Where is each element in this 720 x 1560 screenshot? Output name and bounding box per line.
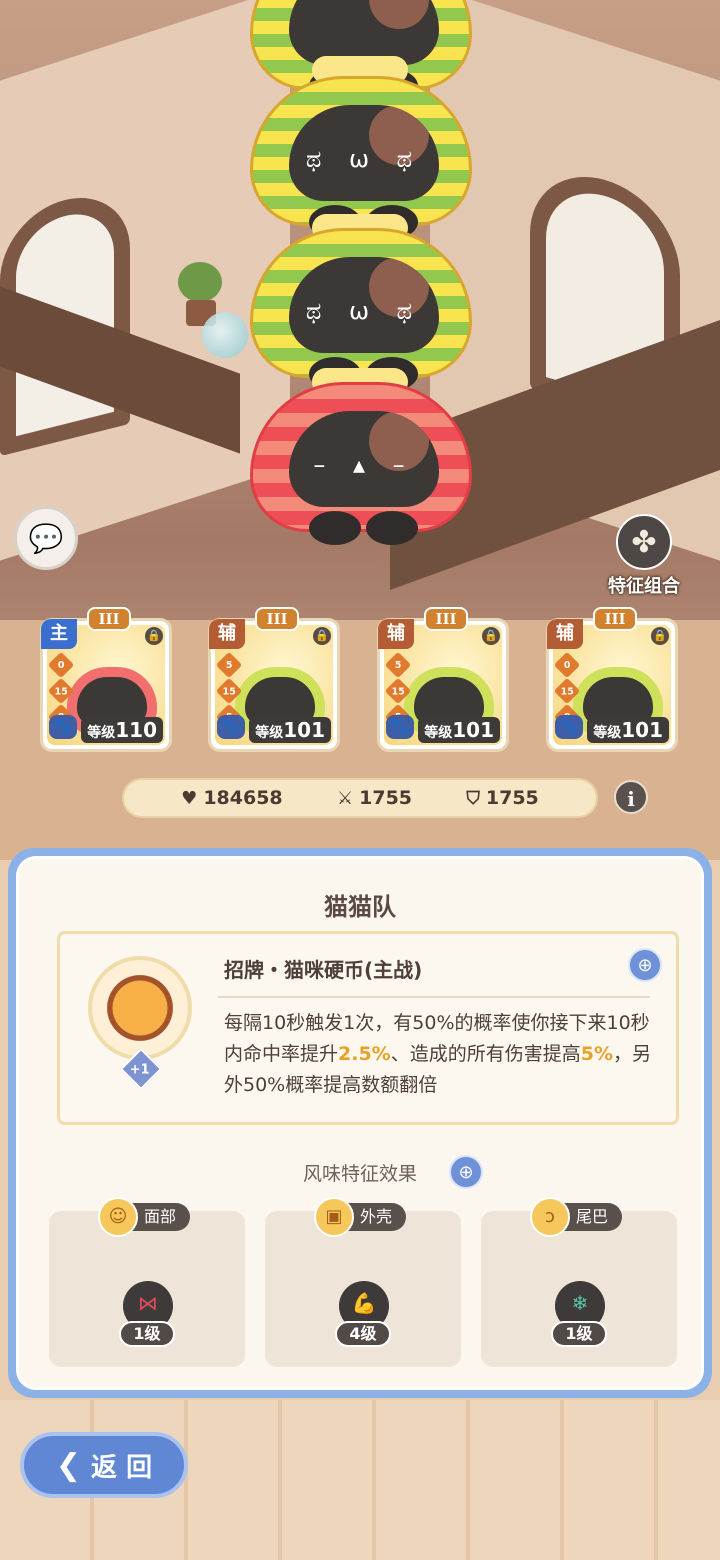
plant-icon [178,262,222,302]
cat-face: ಥ ω ಥ [289,105,439,201]
level-badge: 等级101 [249,717,331,743]
rank-badge: III [424,607,468,631]
crossed-swords-icon: ⚔ [337,787,354,809]
trait-slot-shell[interactable]: ▣ 外壳 💪 4级 [265,1197,461,1367]
team-panel: 猫猫队 +1 招牌・猫咪硬币(主战) ⊕ 每隔10秒触发1次，有50%的概率使你… [8,848,712,1398]
divider [218,996,650,998]
heart-icon: ♥ [181,787,198,809]
stat-chip: 5 [384,651,412,679]
skill-zoom-button[interactable]: ⊕ [628,948,662,982]
cat-face: – ▴ – [289,411,439,507]
lock-icon[interactable]: 🔒 [651,627,669,645]
hp-value: 184658 [203,787,283,809]
cat-card-2[interactable]: 辅 III 🔒 5 15 5 🐾 等级101 [208,607,340,752]
cat-coin-skill-icon[interactable] [88,956,192,1060]
flavor-zoom-button[interactable]: ⊕ [449,1155,483,1189]
lock-icon[interactable]: 🔒 [313,627,331,645]
attack-value: 1755 [359,787,413,809]
trait-combo-button[interactable]: ✤ 特征组合 [596,514,692,597]
paw-icon: 🐾 [555,715,583,739]
level-badge: 等级101 [418,717,500,743]
rank-badge: III [593,607,637,631]
role-badge: 辅 [378,619,414,649]
slot-tag: ▣ 外壳 [313,1197,407,1237]
shield-icon: ⛉ [466,787,480,809]
slot-level: 1级 [119,1321,175,1347]
magnifier-icon: ⊕ [458,1162,474,1183]
lock-icon[interactable]: 🔒 [482,627,500,645]
skill-box: +1 招牌・猫咪硬币(主战) ⊕ 每隔10秒触发1次，有50%的概率使你接下来1… [57,931,679,1125]
tail-icon: ↄ [529,1197,570,1237]
stat-chip: 5 [215,651,243,679]
cat-face-icon: ☺ [97,1197,138,1237]
stat-chip: 15 [553,677,581,705]
cat-card-3[interactable]: 辅 III 🔒 5 15 5 🐾 等级101 [377,607,509,752]
cat-stack-3: ಥ ω ಥ [250,228,472,391]
level-badge: 等级110 [81,717,163,743]
stat-chip: 0 [47,651,75,679]
lock-icon[interactable]: 🔒 [145,627,163,645]
trait-slot-tail[interactable]: ↄ 尾巴 ❄ 1级 [481,1197,677,1367]
back-label: 返 回 [91,1452,153,1483]
defense-value: 1755 [485,787,539,809]
clover-icon: ✤ [616,514,672,570]
role-badge: 辅 [209,619,245,649]
role-badge: 辅 [547,619,583,649]
back-button[interactable]: ❮ 返 回 [20,1432,188,1498]
stat-chip: 15 [384,677,412,705]
rank-badge: III [255,607,299,631]
cat-face: ಥ ω ಥ [289,257,439,353]
magnifier-icon: ⊕ [637,955,653,976]
stat-chip: 15 [47,677,75,705]
panel-title: 猫猫队 [324,893,396,921]
back-arrow-icon: ❮ [55,1447,82,1483]
chat-button[interactable]: 💬 [14,506,78,570]
trait-slot-face[interactable]: ☺ 面部 ⋈ 1级 [49,1197,245,1367]
paw-icon: 🐾 [217,715,245,739]
shell-icon: ▣ [313,1197,354,1237]
stat-chip: 0 [553,651,581,679]
cat-card-1[interactable]: 主 III 🔒 0 15 0 🐾 等级110 [40,607,172,752]
chat-bubble-icon: 💬 [28,521,64,555]
slot-tag: ↄ 尾巴 [529,1197,623,1237]
level-badge: 等级101 [587,717,669,743]
paw-icon: 🐾 [49,715,77,739]
skill-name: 招牌・猫咪硬币(主战) [224,958,423,982]
bubble-orb [202,312,248,358]
trait-combo-label: 特征组合 [608,576,680,597]
cat-stack-2: ಥ ω ಥ [250,76,472,239]
team-stats-bar: ♥ 184658 ⚔ 1755 ⛉ 1755 [122,778,598,818]
flavor-title: 风味特征效果 [302,1163,417,1185]
paw-icon: 🐾 [386,715,414,739]
cat-card-4[interactable]: 辅 III 🔒 0 15 0 🐾 等级101 [546,607,678,752]
skill-description: 每隔10秒触发1次，有50%的概率使你接下来10秒内命中率提升2.5%、造成的所… [224,1012,652,1096]
info-icon: i [627,787,635,811]
cat-stack-bottom[interactable]: – ▴ – [250,382,472,545]
info-button[interactable]: i [614,780,648,814]
rank-badge: III [87,607,131,631]
slot-level: 1级 [551,1321,607,1347]
room-background: ಥ ω ಥ ಥ ω ಥ – ▴ – [0,0,720,900]
role-badge: 主 [41,619,77,649]
stat-chip: 15 [215,677,243,705]
slot-tag: ☺ 面部 [97,1197,191,1237]
slot-level: 4级 [335,1321,391,1347]
